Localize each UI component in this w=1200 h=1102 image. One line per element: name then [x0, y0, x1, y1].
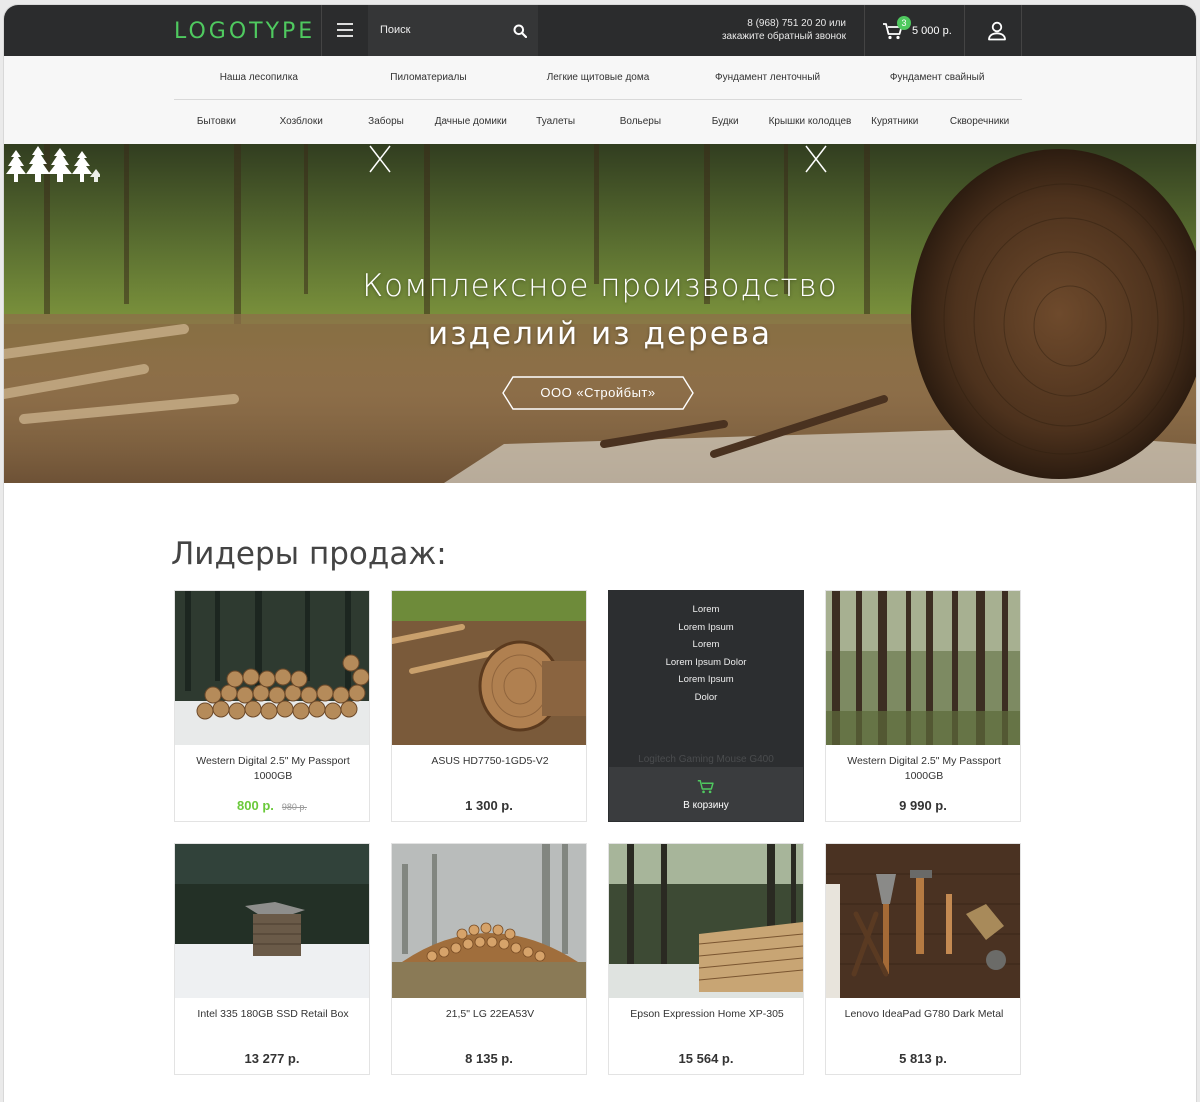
quick-menu-item[interactable]: Lorem	[609, 636, 803, 654]
quick-menu-item[interactable]: Lorem Ipsum	[609, 619, 803, 637]
product-price: 5 813 р.	[899, 1051, 947, 1066]
product-image[interactable]	[175, 591, 369, 745]
callback-link[interactable]: закажите обратный звонок	[704, 30, 846, 43]
divider	[864, 5, 865, 56]
company-name: ООО «Стройбыт»	[540, 385, 656, 400]
product-card[interactable]: Epson Expression Home XP-305 15 564 р.	[608, 843, 804, 1075]
product-price: 8 135 р.	[465, 1051, 513, 1066]
cart-button[interactable]: 3 5 000 р.	[866, 5, 964, 56]
product-image[interactable]	[609, 844, 803, 998]
nav-item[interactable]: Дачные домики	[428, 100, 513, 144]
hero-banner: Комплексное производство изделий из дере…	[4, 144, 1196, 483]
nav-item[interactable]: Фундамент свайный	[852, 56, 1022, 99]
nav-primary: Наша лесопилка Пиломатериалы Легкие щито…	[174, 56, 1022, 100]
product-title[interactable]: Epson Expression Home XP-305	[619, 1007, 795, 1022]
add-to-cart-button[interactable]: В корзину	[609, 767, 803, 821]
cart-icon	[697, 780, 714, 794]
nav-item[interactable]: Бытовки	[174, 100, 259, 144]
divider	[1021, 5, 1022, 56]
trees-icon	[6, 146, 100, 182]
hero-forest-image	[4, 144, 1196, 483]
main-nav: Наша лесопилка Пиломатериалы Легкие щито…	[4, 56, 1196, 144]
section-title: Лидеры продаж:	[171, 536, 447, 572]
divider	[964, 5, 965, 56]
product-card[interactable]: Western Digital 2.5" My Passport 1000GB …	[174, 590, 370, 822]
product-card-hover[interactable]: Lorem Lorem Ipsum Lorem Lorem Ipsum Dolo…	[608, 590, 804, 822]
product-image[interactable]	[175, 844, 369, 998]
product-card[interactable]: Western Digital 2.5" My Passport 1000GB …	[825, 590, 1021, 822]
product-image[interactable]	[392, 844, 586, 998]
product-title[interactable]: 21,5" LG 22EA53V	[402, 1007, 578, 1022]
cart-count-badge: 3	[897, 16, 911, 30]
quick-menu-item[interactable]: Lorem Ipsum Dolor	[609, 654, 803, 672]
nav-secondary: Бытовки Хозблоки Заборы Дачные домики Ту…	[174, 100, 1022, 144]
phone-number: 8 (968) 751 20 20 или	[747, 18, 846, 29]
nav-item[interactable]: Заборы	[344, 100, 429, 144]
product-price: 800 р. 980 р.	[175, 798, 369, 813]
product-title[interactable]: Western Digital 2.5" My Passport 1000GB	[185, 754, 361, 784]
quick-menu-item[interactable]: Dolor	[609, 689, 803, 707]
product-price: 9 990 р.	[899, 798, 947, 813]
product-price: 15 564 р.	[678, 1051, 734, 1066]
nav-item[interactable]: Хозблоки	[259, 100, 344, 144]
product-image[interactable]	[392, 591, 586, 745]
product-image[interactable]	[826, 844, 1020, 998]
old-price: 980 р.	[281, 802, 307, 812]
nav-item[interactable]: Легкие щитовые дома	[513, 56, 683, 99]
add-to-cart-label: В корзину	[683, 800, 729, 811]
page: LOGOTYPE Поиск 8 (968) 751 20 20 или зак…	[4, 5, 1196, 1102]
product-card[interactable]: 21,5" LG 22EA53V 8 135 р.	[391, 843, 587, 1075]
menu-icon[interactable]	[337, 23, 353, 37]
hero-heading-line1: Комплексное производство	[362, 268, 838, 304]
search-box[interactable]: Поиск	[368, 5, 538, 56]
quick-menu-item[interactable]: Lorem Ipsum	[609, 671, 803, 689]
nav-item[interactable]: Пиломатериалы	[344, 56, 514, 99]
nav-item[interactable]: Будки	[683, 100, 768, 144]
nav-item[interactable]: Туалеты	[513, 100, 598, 144]
cross-ornament-icon	[805, 145, 827, 173]
cross-ornament-icon	[369, 145, 391, 173]
product-price: 1 300 р.	[465, 798, 513, 813]
hero-heading-line2: изделий из дерева	[427, 316, 773, 352]
product-card[interactable]: Lenovo IdeaPad G780 Dark Metal 5 813 р.	[825, 843, 1021, 1075]
nav-item[interactable]: Наша лесопилка	[174, 56, 344, 99]
quick-menu: Lorem Lorem Ipsum Lorem Lorem Ipsum Dolo…	[609, 601, 803, 706]
nav-item[interactable]: Курятники	[852, 100, 937, 144]
product-card[interactable]: ASUS HD7750-1GD5-V2 1 300 р.	[391, 590, 587, 822]
product-price: 13 277 р.	[244, 1051, 300, 1066]
product-title: Logitech Gaming Mouse G400	[638, 754, 774, 765]
phone-callback[interactable]: 8 (968) 751 20 20 или закажите обратный …	[704, 17, 846, 43]
sale-price: 800 р.	[237, 798, 274, 813]
product-title[interactable]: ASUS HD7750-1GD5-V2	[402, 754, 578, 769]
product-title[interactable]: Lenovo IdeaPad G780 Dark Metal	[836, 1007, 1012, 1022]
divider	[321, 5, 322, 56]
search-icon[interactable]	[513, 24, 527, 38]
logo[interactable]: LOGOTYPE	[174, 19, 315, 44]
nav-item[interactable]: Фундамент ленточный	[683, 56, 853, 99]
nav-item[interactable]: Вольеры	[598, 100, 683, 144]
product-title[interactable]: Western Digital 2.5" My Passport 1000GB	[836, 754, 1012, 784]
user-icon[interactable]	[987, 21, 1007, 41]
product-title[interactable]: Intel 335 180GB SSD Retail Box	[185, 1007, 361, 1022]
search-input[interactable]: Поиск	[380, 24, 410, 36]
product-image[interactable]	[826, 591, 1020, 745]
company-badge: ООО «Стройбыт»	[501, 376, 695, 410]
nav-item[interactable]: Скворечники	[937, 100, 1022, 144]
top-bar: LOGOTYPE Поиск 8 (968) 751 20 20 или зак…	[4, 5, 1196, 56]
cart-total: 5 000 р.	[912, 25, 952, 37]
nav-item[interactable]: Крышки колодцев	[768, 100, 853, 144]
quick-menu-item[interactable]: Lorem	[609, 601, 803, 619]
product-card[interactable]: Intel 335 180GB SSD Retail Box 13 277 р.	[174, 843, 370, 1075]
